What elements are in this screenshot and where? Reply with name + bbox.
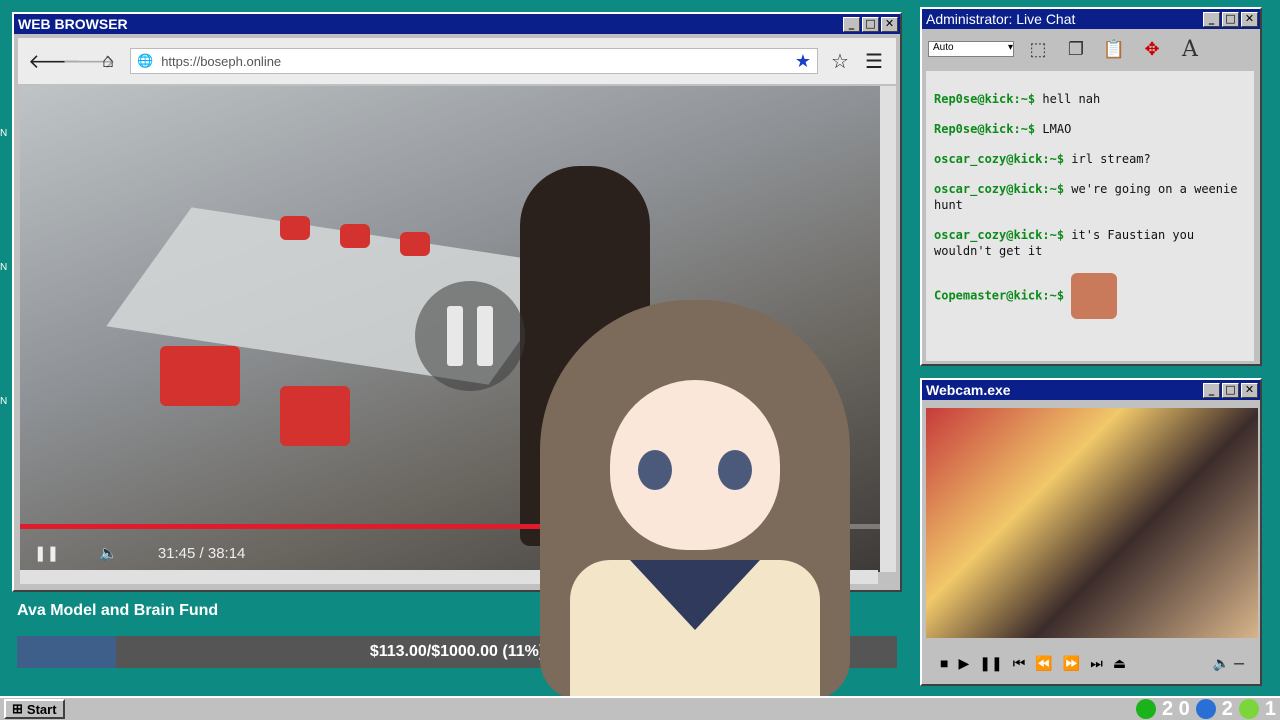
copy-icon[interactable]: ❐: [1062, 35, 1090, 63]
avatar-collar: [630, 560, 760, 630]
skip-back-icon[interactable]: ⏮: [1013, 655, 1026, 672]
desktop-icon[interactable]: N: [0, 262, 12, 274]
chat-message: oscar_cozy@kick:~$ we're going on a ween…: [934, 182, 1238, 212]
chat-messages: Rep0se@kick:~$ hell nah Rep0se@kick:~$ L…: [926, 71, 1254, 361]
browser-navbar: 🡐 🡒 ⌂ 🌐 https://boseph.online ★ ☆ ☰: [18, 38, 896, 84]
browser-title: WEB BROWSER: [18, 16, 128, 32]
move-icon[interactable]: ✥: [1138, 35, 1166, 63]
volume-icon[interactable]: 🔈 ─: [1213, 655, 1258, 672]
video-progress-fill: [20, 524, 571, 529]
chat-message: Rep0se@kick:~$ hell nah: [934, 92, 1101, 106]
video-scene-chair: [340, 224, 370, 248]
chat-window: Administrator: Live Chat _ □ ✕ Auto ▾ ⬚ ❐…: [920, 7, 1262, 366]
start-button[interactable]: ⊞ Start: [4, 699, 65, 719]
tray-count: 2: [1221, 697, 1233, 720]
chat-toolbar: Auto ▾ ⬚ ❐ 📋 ✥ A: [922, 29, 1260, 69]
desktop-icon[interactable]: N: [0, 396, 12, 408]
volume-icon[interactable]: 🔈: [99, 544, 118, 562]
chat-message: oscar_cozy@kick:~$ irl stream?: [934, 152, 1151, 166]
select-tool-icon[interactable]: ⬚: [1024, 35, 1052, 63]
fast-forward-icon[interactable]: ⏩: [1063, 655, 1080, 672]
favorites-star-icon[interactable]: ☆: [828, 49, 852, 74]
maximize-button[interactable]: □: [862, 16, 879, 32]
maximize-button[interactable]: □: [1222, 382, 1239, 398]
font-select[interactable]: Auto ▾: [928, 41, 1014, 57]
emote-image: [1071, 273, 1118, 319]
moon-icon[interactable]: [1195, 699, 1216, 719]
video-scene-chair: [280, 216, 310, 240]
home-icon[interactable]: ⌂: [96, 50, 120, 73]
vtuber-avatar: [540, 300, 850, 720]
system-tray: 2 0 2 1: [1135, 697, 1276, 720]
chat-message: oscar_cozy@kick:~$ it's Faustian you wou…: [934, 228, 1195, 258]
browser-titlebar[interactable]: WEB BROWSER _ □ ✕: [14, 14, 900, 34]
video-scene-chair: [400, 232, 430, 256]
windows-logo-icon: ⊞: [12, 701, 23, 716]
webcam-controls: ■ ▶ ❚❚ ⏮ ⏪ ⏩ ⏭ ⏏ 🔈 ─: [926, 648, 1258, 678]
play-icon[interactable]: ▶: [958, 655, 969, 672]
back-arrow-icon[interactable]: 🡐: [28, 49, 82, 74]
font-icon[interactable]: A: [1176, 35, 1204, 63]
chat-message: Rep0se@kick:~$ LMAO: [934, 122, 1072, 136]
forward-arrow-icon[interactable]: 🡒: [62, 49, 116, 74]
webcam-window: Webcam.exe _ □ ✕ ■ ▶ ❚❚ ⏮ ⏪ ⏩ ⏭ ⏏ 🔈 ─: [920, 378, 1262, 686]
pause-overlay-button[interactable]: [415, 281, 525, 391]
maximize-button[interactable]: □: [1222, 11, 1239, 27]
desktop-icon[interactable]: N: [0, 128, 12, 140]
fund-title: Ava Model and Brain Fund: [17, 602, 219, 619]
avatar-face: [610, 380, 780, 550]
kick-icon[interactable]: [1135, 699, 1156, 719]
tray-count: 1: [1264, 697, 1276, 720]
avatar-eye: [718, 450, 752, 490]
chat-message: Copemaster@kick:~$: [934, 273, 1248, 319]
avatar-eye: [638, 450, 672, 490]
url-text: https://boseph.online: [161, 53, 282, 69]
minimize-button[interactable]: _: [1203, 11, 1220, 27]
stop-icon[interactable]: ■: [940, 655, 948, 671]
bookmark-star-icon[interactable]: ★: [795, 51, 811, 72]
taskbar: ⊞ Start 2 0 2 1: [0, 696, 1280, 720]
address-bar[interactable]: 🌐 https://boseph.online ★: [130, 48, 818, 74]
pause-icon[interactable]: ❚❚: [979, 655, 1002, 672]
webcam-titlebar[interactable]: Webcam.exe _ □ ✕: [922, 380, 1260, 400]
vertical-scrollbar[interactable]: [880, 86, 896, 572]
paste-icon[interactable]: 📋: [1100, 35, 1128, 63]
chat-titlebar[interactable]: Administrator: Live Chat _ □ ✕: [922, 9, 1260, 29]
play-circle-icon[interactable]: [1238, 699, 1259, 719]
rewind-icon[interactable]: ⏪: [1035, 655, 1052, 672]
webcam-title: Webcam.exe: [926, 382, 1011, 398]
webcam-feed: [926, 408, 1258, 638]
tray-count: 2 0: [1161, 697, 1190, 720]
minimize-button[interactable]: _: [1203, 382, 1220, 398]
eject-icon[interactable]: ⏏: [1113, 655, 1126, 672]
close-button[interactable]: ✕: [881, 16, 898, 32]
minimize-button[interactable]: _: [843, 16, 860, 32]
video-time: 31:45 / 38:14: [157, 544, 246, 562]
video-scene-chair: [160, 346, 240, 406]
chat-title: Administrator: Live Chat: [926, 11, 1076, 27]
skip-forward-icon[interactable]: ⏭: [1090, 655, 1103, 672]
close-button[interactable]: ✕: [1241, 382, 1258, 398]
pause-icon[interactable]: ❚❚: [34, 544, 59, 562]
globe-icon: 🌐: [137, 53, 154, 68]
menu-icon[interactable]: ☰: [862, 49, 886, 74]
close-button[interactable]: ✕: [1241, 11, 1258, 27]
video-scene-chair: [280, 386, 350, 446]
